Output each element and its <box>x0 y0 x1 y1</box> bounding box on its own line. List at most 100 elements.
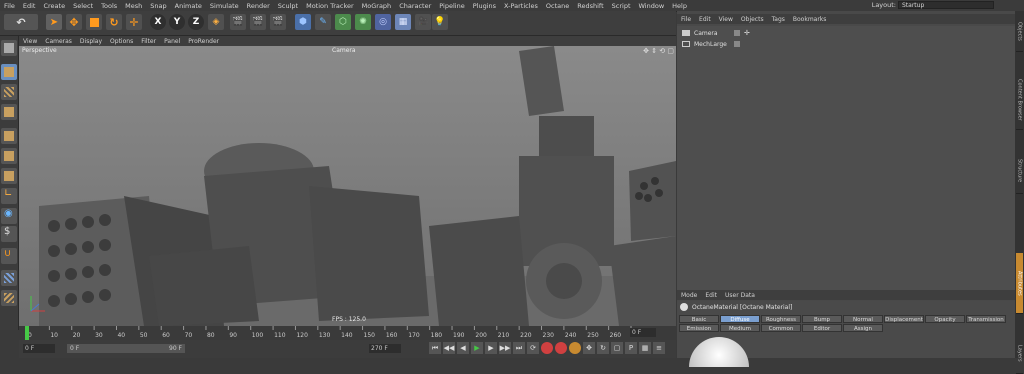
previous-key-button[interactable]: ◀◀ <box>443 342 455 354</box>
tab-transmission[interactable]: Transmission <box>966 315 1006 323</box>
deformer-button[interactable]: ◎ <box>375 14 391 30</box>
axis-mode-button[interactable]: ∟ <box>1 188 17 204</box>
viewport-menu-panel[interactable]: Panel <box>160 38 184 45</box>
tab-displacement[interactable]: Displacement <box>884 315 924 323</box>
keyframe-selection-button[interactable] <box>569 342 581 354</box>
viewport-menu-cameras[interactable]: Cameras <box>41 38 76 45</box>
viewport-menu-prorender[interactable]: ProRender <box>184 38 223 45</box>
timeline[interactable]: 0 10 20 30 40 50 60 70 80 90 100 110 120 130 140 150 160… <box>19 326 676 340</box>
menu-item-plugins[interactable]: Plugins <box>469 2 500 10</box>
next-frame-button[interactable]: ▶ <box>485 342 497 354</box>
render-view-button[interactable]: 🎬 <box>230 14 246 30</box>
cloner-button[interactable]: ✺ <box>355 14 371 30</box>
tab-assign[interactable]: Assign <box>843 324 883 332</box>
key-rotation-button[interactable]: ↻ <box>597 342 609 354</box>
edges-mode-button[interactable] <box>1 148 17 164</box>
menu-item-create[interactable]: Create <box>39 2 69 10</box>
menu-item-sculpt[interactable]: Sculpt <box>274 2 302 10</box>
visibility-toggle[interactable] <box>734 30 740 36</box>
menu-item-render[interactable]: Render <box>243 2 274 10</box>
render-settings-button[interactable]: 🎬 <box>270 14 286 30</box>
texture-mode-button[interactable] <box>1 84 17 100</box>
z-axis-button[interactable]: Z <box>188 14 204 30</box>
object-menu-view[interactable]: View <box>715 16 737 23</box>
soft-selection-button[interactable]: ∪ <box>1 248 17 264</box>
menu-item-x-particles[interactable]: X-Particles <box>500 2 542 10</box>
key-pla-button[interactable]: ▦ <box>639 342 651 354</box>
menu-item-octane[interactable]: Octane <box>542 2 573 10</box>
move-button[interactable]: ✥ <box>66 14 82 30</box>
tab-editor[interactable]: Editor <box>802 324 842 332</box>
tab-diffuse[interactable]: Diffuse <box>720 315 760 323</box>
timeline-window-button[interactable]: ≡ <box>653 342 665 354</box>
scale-button[interactable] <box>86 14 102 30</box>
subdivision-button[interactable]: ⬡ <box>335 14 351 30</box>
rotate-button[interactable]: ↻ <box>106 14 122 30</box>
tab-common[interactable]: Common <box>761 324 801 332</box>
side-tab-structure[interactable]: Structure <box>1016 149 1023 194</box>
tab-opacity[interactable]: Opacity <box>925 315 965 323</box>
loop-button[interactable]: ⟳ <box>527 342 539 354</box>
next-key-button[interactable]: ▶▶ <box>499 342 511 354</box>
sculpt-button[interactable] <box>1 290 17 306</box>
viewport-menu-display[interactable]: Display <box>76 38 106 45</box>
attribute-menu-mode[interactable]: Mode <box>677 292 701 299</box>
start-frame-field[interactable]: 0 F <box>23 344 55 353</box>
menu-item-tools[interactable]: Tools <box>97 2 121 10</box>
timeline-frame-end[interactable]: 0 F <box>630 328 656 337</box>
viewport-menu-view[interactable]: View <box>19 38 41 45</box>
menu-item-edit[interactable]: Edit <box>19 2 40 10</box>
object-row-mechlarge[interactable]: MechLarge <box>677 39 1015 49</box>
coordinate-system-button[interactable]: ◈ <box>208 14 224 30</box>
play-button[interactable]: ▶ <box>471 342 483 354</box>
visibility-toggle[interactable] <box>734 41 740 47</box>
attribute-menu-user-data[interactable]: User Data <box>721 292 759 299</box>
menu-item-character[interactable]: Character <box>395 2 435 10</box>
object-menu-edit[interactable]: Edit <box>695 16 715 23</box>
object-menu-objects[interactable]: Objects <box>737 16 768 23</box>
side-tab-content-browser[interactable]: Content Browser <box>1016 71 1023 130</box>
object-manager[interactable]: Camera ✛ MechLarge <box>677 26 1015 291</box>
tab-roughness[interactable]: Roughness <box>761 315 801 323</box>
previous-frame-button[interactable]: ◀ <box>457 342 469 354</box>
menu-item-pipeline[interactable]: Pipeline <box>435 2 468 10</box>
menu-item-simulate[interactable]: Simulate <box>206 2 243 10</box>
menu-item-window[interactable]: Window <box>635 2 669 10</box>
live-selection-button[interactable]: ➤ <box>46 14 62 30</box>
model-mode-button[interactable] <box>1 64 17 80</box>
camera-tag-icon[interactable]: ✛ <box>744 29 750 37</box>
undo-button[interactable]: ↶ <box>4 14 38 30</box>
viewport-nav-icons[interactable]: ✥ ⇕ ⟲ ▢ <box>643 47 674 55</box>
render-picture-viewer-button[interactable]: 🎬 <box>250 14 266 30</box>
go-to-end-button[interactable]: ⏭ <box>513 342 525 354</box>
tab-bump[interactable]: Bump <box>802 315 842 323</box>
autokey-button[interactable] <box>555 342 567 354</box>
camera-button[interactable]: 🎥 <box>415 14 431 30</box>
tab-normal[interactable]: Normal <box>843 315 883 323</box>
tab-medium[interactable]: Medium <box>720 324 760 332</box>
key-param-button[interactable]: P <box>625 342 637 354</box>
tab-basic[interactable]: Basic <box>679 315 719 323</box>
menu-item-redshift[interactable]: Redshift <box>573 2 607 10</box>
object-row-camera[interactable]: Camera ✛ <box>677 28 1015 38</box>
menu-item-help[interactable]: Help <box>668 2 691 10</box>
menu-item-file[interactable]: File <box>0 2 19 10</box>
key-scale-button[interactable]: ▢ <box>611 342 623 354</box>
y-axis-button[interactable]: Y <box>169 14 185 30</box>
transform-button[interactable]: ✛ <box>126 14 142 30</box>
layout-select[interactable]: Startup <box>898 1 994 9</box>
floor-button[interactable]: ▦ <box>395 14 411 30</box>
viewport-menu-filter[interactable]: Filter <box>137 38 160 45</box>
object-menu-file[interactable]: File <box>677 16 695 23</box>
attribute-menu-edit[interactable]: Edit <box>701 292 721 299</box>
cube-button[interactable]: ⬢ <box>295 14 311 30</box>
pen-button[interactable]: ✎ <box>315 14 331 30</box>
menu-item-animate[interactable]: Animate <box>171 2 206 10</box>
key-position-button[interactable]: ✥ <box>583 342 595 354</box>
tab-emission[interactable]: Emission <box>679 324 719 332</box>
menu-item-script[interactable]: Script <box>608 2 635 10</box>
light-button[interactable]: 💡 <box>432 14 448 30</box>
make-editable-button[interactable] <box>1 40 17 56</box>
side-tab-objects[interactable]: Objects <box>1016 11 1023 52</box>
menu-item-mograph[interactable]: MoGraph <box>358 2 396 10</box>
